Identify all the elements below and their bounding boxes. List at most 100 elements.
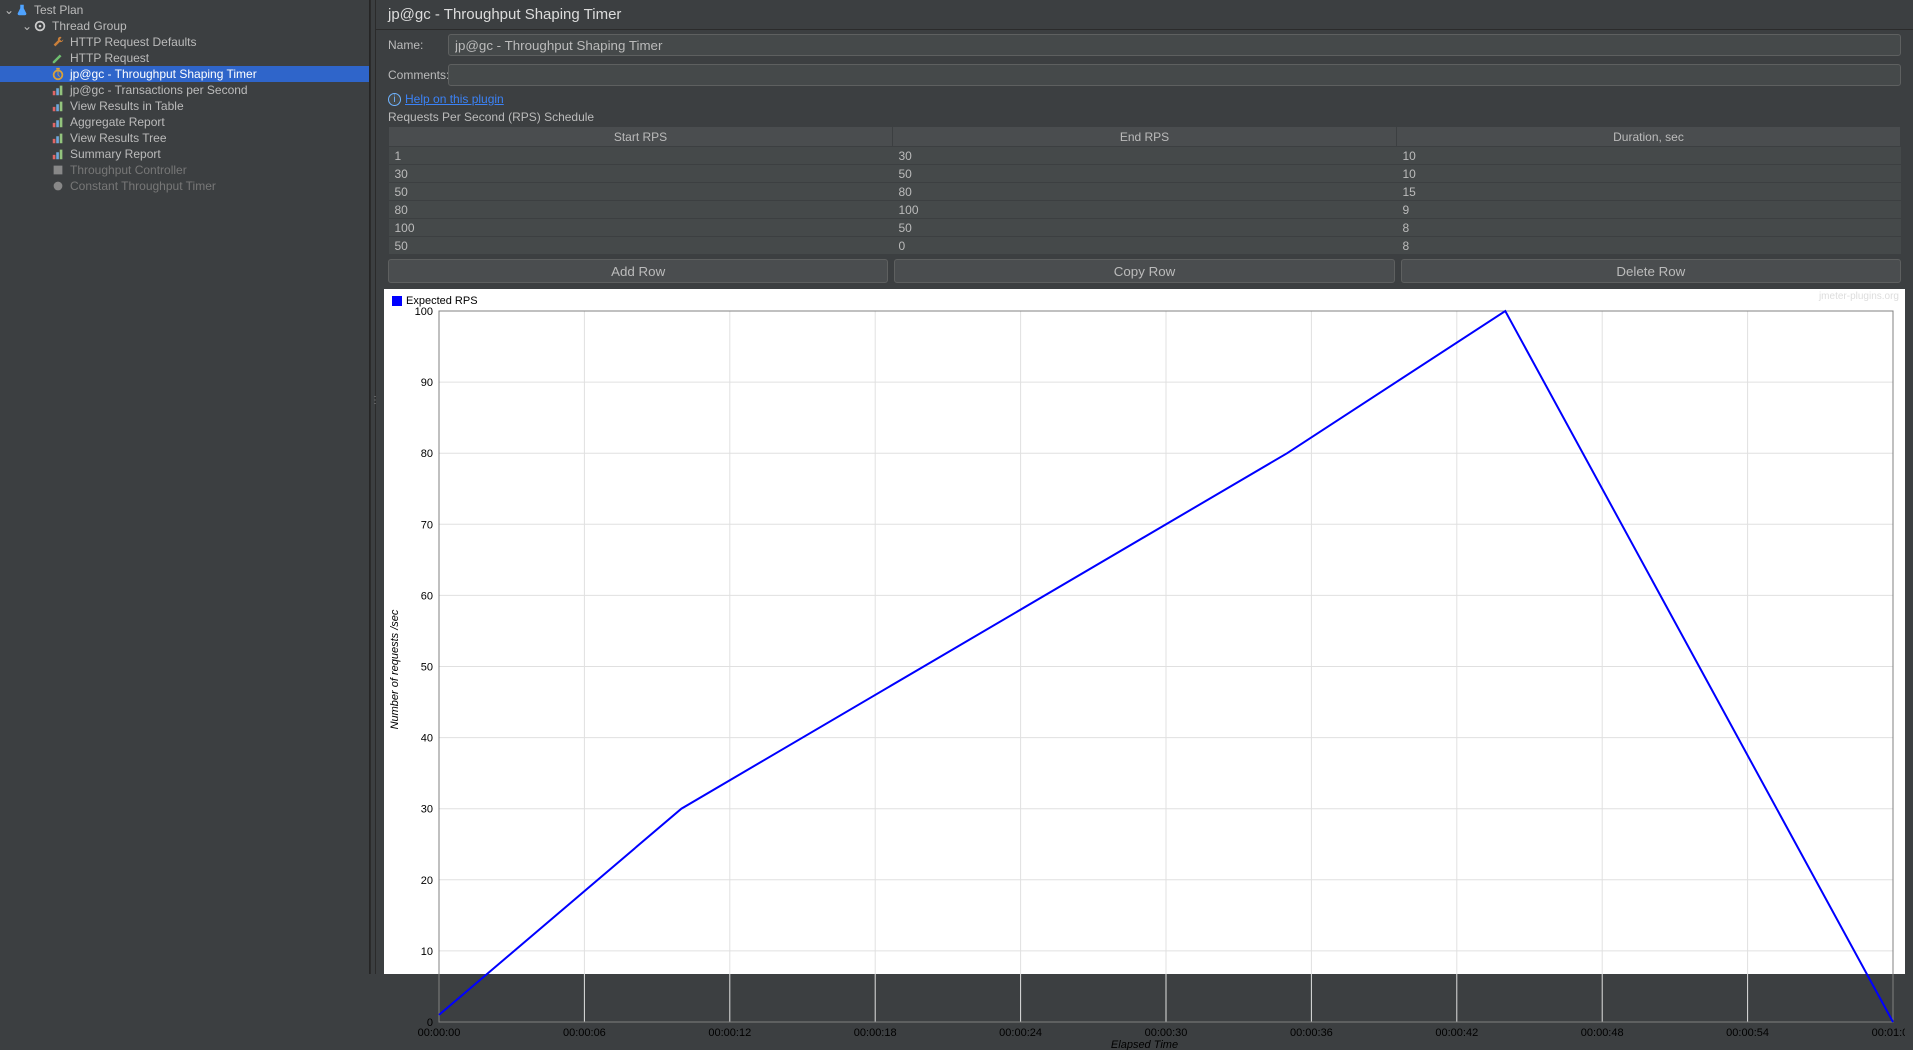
table-row[interactable]: 305010 bbox=[389, 165, 1901, 183]
name-input[interactable] bbox=[448, 34, 1901, 56]
tree-item-1[interactable]: ⌄ Thread Group bbox=[0, 18, 369, 34]
svg-text:30: 30 bbox=[421, 804, 433, 816]
col-header-1[interactable]: End RPS bbox=[893, 127, 1397, 147]
tree-item-label: jp@gc - Throughput Shaping Timer bbox=[70, 66, 257, 82]
svg-text:00:00:36: 00:00:36 bbox=[1290, 1027, 1333, 1039]
tree-item-label: Constant Throughput Timer bbox=[70, 178, 216, 194]
tree-item-label: jp@gc - Transactions per Second bbox=[70, 82, 248, 98]
tree-item-6[interactable]: View Results in Table bbox=[0, 98, 369, 114]
cell[interactable]: 30 bbox=[893, 147, 1397, 165]
cell[interactable]: 10 bbox=[1397, 147, 1901, 165]
chart-icon bbox=[50, 114, 66, 130]
name-row: Name: bbox=[376, 30, 1913, 60]
cell[interactable]: 50 bbox=[893, 165, 1397, 183]
tree-panel: ⌄Test Plan⌄Thread GroupHTTP Request Defa… bbox=[0, 0, 370, 974]
tree-item-label: View Results Tree bbox=[70, 130, 167, 146]
svg-text:00:00:42: 00:00:42 bbox=[1435, 1027, 1478, 1039]
tree-item-label: HTTP Request bbox=[70, 50, 149, 66]
name-label: Name: bbox=[388, 38, 448, 52]
svg-text:00:00:54: 00:00:54 bbox=[1726, 1027, 1769, 1039]
gear-icon bbox=[32, 18, 48, 34]
chart-svg: 010203040506070809010000:00:0000:00:0600… bbox=[384, 289, 1905, 1050]
copy-row-button[interactable]: Copy Row bbox=[894, 259, 1394, 283]
cell[interactable]: 30 bbox=[389, 165, 893, 183]
svg-text:100: 100 bbox=[415, 306, 433, 318]
col-header-2[interactable]: Duration, sec bbox=[1397, 127, 1901, 147]
tree-arrow-icon[interactable]: ⌄ bbox=[22, 18, 32, 34]
comments-input[interactable] bbox=[448, 64, 1901, 86]
splitter[interactable] bbox=[370, 0, 376, 974]
table-row[interactable]: 508015 bbox=[389, 183, 1901, 201]
svg-text:00:00:06: 00:00:06 bbox=[563, 1027, 606, 1039]
tree-item-label: HTTP Request Defaults bbox=[70, 34, 197, 50]
help-row: i Help on this plugin bbox=[376, 90, 1913, 108]
tree-item-label: Throughput Controller bbox=[70, 162, 187, 178]
svg-text:00:00:18: 00:00:18 bbox=[854, 1027, 897, 1039]
button-row: Add Row Copy Row Delete Row bbox=[376, 255, 1913, 289]
svg-text:50: 50 bbox=[421, 662, 433, 674]
cell[interactable]: 9 bbox=[1397, 201, 1901, 219]
svg-text:00:00:24: 00:00:24 bbox=[999, 1027, 1042, 1039]
svg-text:00:00:12: 00:00:12 bbox=[708, 1027, 751, 1039]
tree-item-9[interactable]: Summary Report bbox=[0, 146, 369, 162]
panel-title: jp@gc - Throughput Shaping Timer bbox=[376, 0, 1913, 30]
svg-text:00:01:00: 00:01:00 bbox=[1872, 1027, 1905, 1039]
main-panel: jp@gc - Throughput Shaping Timer Name: C… bbox=[376, 0, 1913, 974]
tree-item-7[interactable]: Aggregate Report bbox=[0, 114, 369, 130]
cell[interactable]: 15 bbox=[1397, 183, 1901, 201]
cell[interactable]: 8 bbox=[1397, 237, 1901, 255]
svg-text:80: 80 bbox=[421, 448, 433, 460]
schedule-label: Requests Per Second (RPS) Schedule bbox=[376, 108, 1913, 126]
svg-text:00:00:48: 00:00:48 bbox=[1581, 1027, 1624, 1039]
cell[interactable]: 80 bbox=[389, 201, 893, 219]
add-row-button[interactable]: Add Row bbox=[388, 259, 888, 283]
table-row[interactable]: 5008 bbox=[389, 237, 1901, 255]
tree-item-2[interactable]: HTTP Request Defaults bbox=[0, 34, 369, 50]
cell[interactable]: 100 bbox=[893, 201, 1397, 219]
tree-item-10[interactable]: Throughput Controller bbox=[0, 162, 369, 178]
svg-text:Number of requests /sec: Number of requests /sec bbox=[389, 609, 401, 729]
table-row[interactable]: 801009 bbox=[389, 201, 1901, 219]
tree-item-label: Test Plan bbox=[34, 2, 83, 18]
tree-item-label: Thread Group bbox=[52, 18, 127, 34]
help-link[interactable]: Help on this plugin bbox=[405, 92, 504, 106]
cell[interactable]: 50 bbox=[389, 183, 893, 201]
chart-icon bbox=[50, 82, 66, 98]
cell[interactable]: 50 bbox=[893, 219, 1397, 237]
chart-area: Expected RPS jmeter-plugins.org 01020304… bbox=[384, 289, 1905, 974]
svg-text:00:00:00: 00:00:00 bbox=[418, 1027, 461, 1039]
comments-label: Comments: bbox=[388, 68, 448, 82]
table-row[interactable]: 13010 bbox=[389, 147, 1901, 165]
tree-item-4[interactable]: jp@gc - Throughput Shaping Timer bbox=[0, 66, 369, 82]
rps-table[interactable]: Start RPSEnd RPSDuration, sec 1301030501… bbox=[388, 126, 1901, 255]
cell[interactable]: 8 bbox=[1397, 219, 1901, 237]
cell[interactable]: 0 bbox=[893, 237, 1397, 255]
tree-item-11[interactable]: Constant Throughput Timer bbox=[0, 178, 369, 194]
tree-item-label: Summary Report bbox=[70, 146, 161, 162]
tree-item-8[interactable]: View Results Tree bbox=[0, 130, 369, 146]
cell[interactable]: 50 bbox=[389, 237, 893, 255]
svg-text:Elapsed Time: Elapsed Time bbox=[1111, 1039, 1178, 1050]
svg-text:60: 60 bbox=[421, 590, 433, 602]
comments-row: Comments: bbox=[376, 60, 1913, 90]
tree-item-5[interactable]: jp@gc - Transactions per Second bbox=[0, 82, 369, 98]
info-icon: i bbox=[388, 93, 401, 106]
svg-text:20: 20 bbox=[421, 875, 433, 887]
delete-row-button[interactable]: Delete Row bbox=[1401, 259, 1901, 283]
tree-item-label: View Results in Table bbox=[70, 98, 184, 114]
tree-item-3[interactable]: HTTP Request bbox=[0, 50, 369, 66]
box-icon bbox=[50, 162, 66, 178]
tree-arrow-icon[interactable]: ⌄ bbox=[4, 2, 14, 18]
svg-text:90: 90 bbox=[421, 377, 433, 389]
table-row[interactable]: 100508 bbox=[389, 219, 1901, 237]
rps-table-wrap: Start RPSEnd RPSDuration, sec 1301030501… bbox=[376, 126, 1913, 255]
pencil-icon bbox=[50, 50, 66, 66]
timer-icon bbox=[50, 66, 66, 82]
cell[interactable]: 80 bbox=[893, 183, 1397, 201]
col-header-0[interactable]: Start RPS bbox=[389, 127, 893, 147]
cell[interactable]: 1 bbox=[389, 147, 893, 165]
cell[interactable]: 100 bbox=[389, 219, 893, 237]
cell[interactable]: 10 bbox=[1397, 165, 1901, 183]
tree-item-0[interactable]: ⌄ Test Plan bbox=[0, 2, 369, 18]
svg-text:70: 70 bbox=[421, 519, 433, 531]
